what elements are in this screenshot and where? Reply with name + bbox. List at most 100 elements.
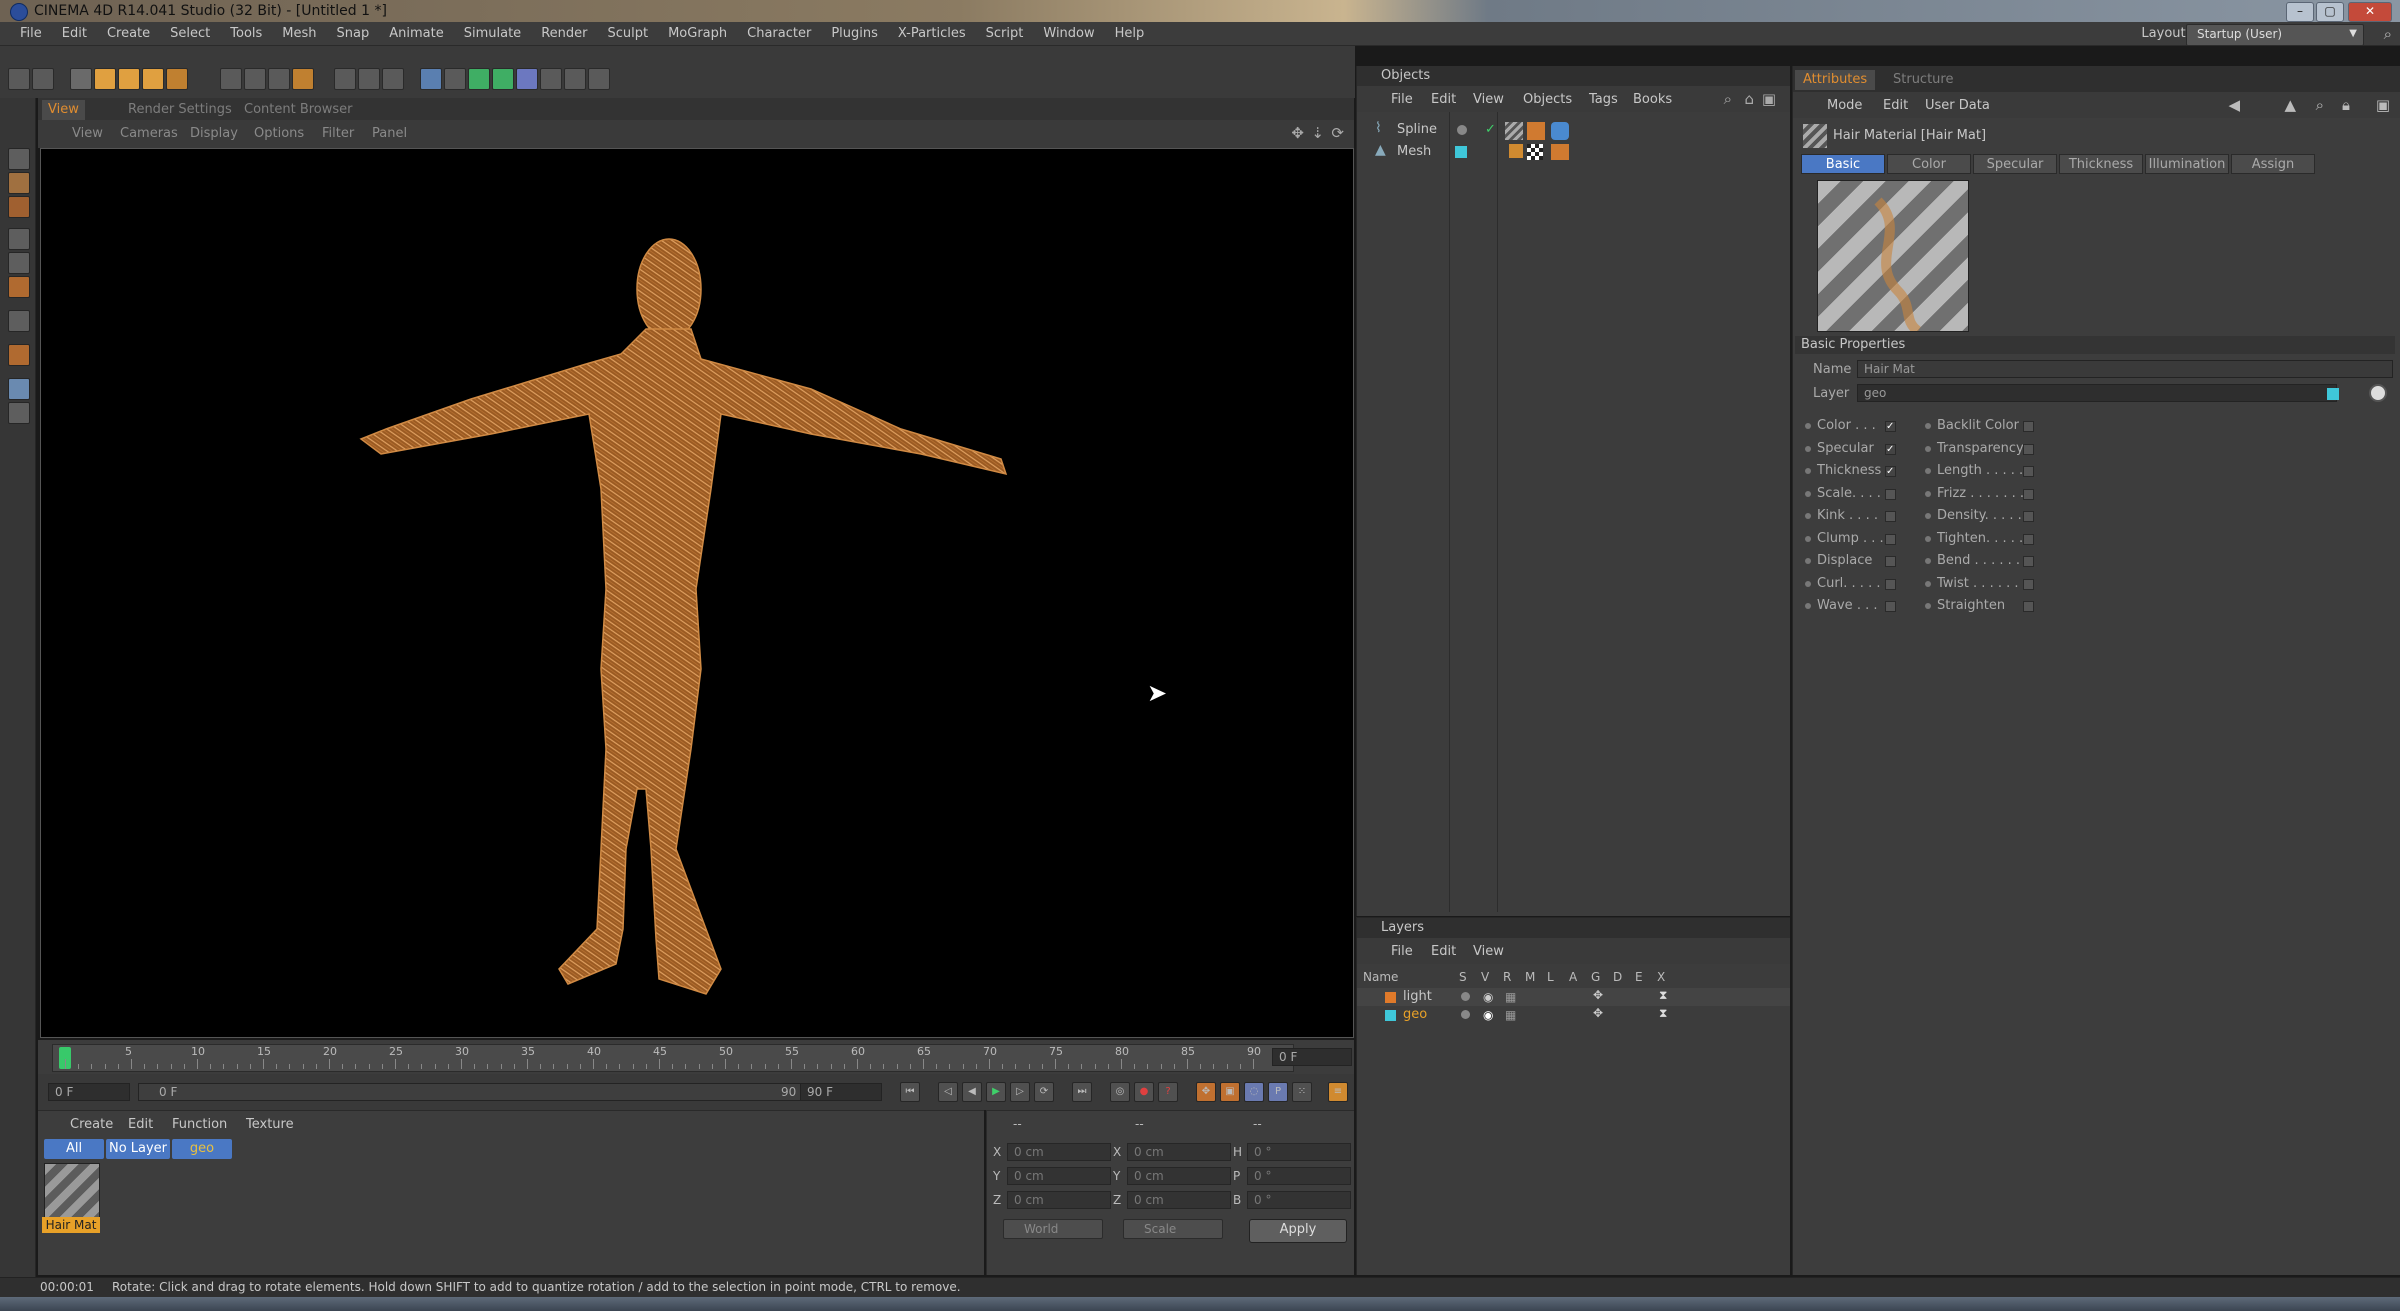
parameter-track-icon[interactable]: P bbox=[1268, 1082, 1288, 1102]
menu-plugins[interactable]: Plugins bbox=[821, 22, 888, 46]
material-preview[interactable] bbox=[1817, 180, 1969, 336]
maximize-button[interactable]: ▢ bbox=[2316, 2, 2344, 22]
y-axis-lock-icon[interactable] bbox=[244, 68, 266, 90]
pos-x-field[interactable]: 0 cm bbox=[1007, 1143, 1111, 1161]
object-row-mesh[interactable]: ▲ Mesh bbox=[1357, 142, 1790, 164]
menu-mograph[interactable]: MoGraph bbox=[658, 22, 737, 46]
undo-icon[interactable] bbox=[8, 68, 30, 90]
right-prop-checkbox[interactable] bbox=[2023, 511, 2034, 522]
right-prop-checkbox[interactable] bbox=[2023, 488, 2034, 500]
light-icon[interactable] bbox=[588, 68, 610, 90]
viewport-menu-cameras[interactable]: Cameras bbox=[120, 126, 178, 141]
layers-menu-file[interactable]: File bbox=[1391, 944, 1413, 959]
material-menu-function[interactable]: Function bbox=[172, 1117, 227, 1132]
left-prop-checkbox[interactable] bbox=[1885, 511, 1896, 522]
layer-options-icon[interactable] bbox=[2369, 384, 2387, 402]
menu-mesh[interactable]: Mesh bbox=[272, 22, 326, 46]
rotate-view-icon[interactable]: ⟳ bbox=[1331, 124, 1344, 142]
new-panel-icon[interactable]: ▣ bbox=[2376, 96, 2390, 114]
next-key-icon[interactable]: ⟳ bbox=[1034, 1082, 1054, 1102]
3d-viewport[interactable]: ➤ bbox=[40, 148, 1354, 1038]
subtab-specular[interactable]: Specular bbox=[1973, 154, 2057, 174]
lock-icon[interactable]: 🔒︎ bbox=[2342, 96, 2350, 114]
left-prop-checkbox[interactable]: ✓ bbox=[1885, 466, 1896, 477]
hair-material-tag-icon[interactable] bbox=[1505, 122, 1523, 140]
search-icon[interactable]: ⌕ bbox=[2316, 96, 2324, 114]
coordinate-space-dropdown[interactable]: World bbox=[1003, 1219, 1103, 1239]
make-editable-icon[interactable] bbox=[8, 148, 30, 170]
right-prop-checkbox[interactable] bbox=[2023, 466, 2034, 477]
layer-row-light[interactable]: light ◉ ▦ ✥ ⧗ bbox=[1357, 988, 1790, 1006]
pos-y-field[interactable]: 0 cm bbox=[1007, 1167, 1111, 1185]
layer-field[interactable]: geo bbox=[1857, 384, 2337, 402]
material-menu-texture[interactable]: Texture bbox=[246, 1117, 294, 1132]
layer-name-geo[interactable]: geo bbox=[1403, 1007, 1427, 1022]
xref-icon[interactable]: ⧗ bbox=[1659, 988, 1667, 1003]
viewport-menu-view[interactable]: View bbox=[72, 126, 103, 141]
uvw-tag-icon[interactable] bbox=[1527, 144, 1543, 160]
subtab-thickness[interactable]: Thickness bbox=[2059, 154, 2143, 174]
menu-snap[interactable]: Snap bbox=[327, 22, 380, 46]
autokey-icon[interactable]: ● bbox=[1134, 1082, 1154, 1102]
menu-render[interactable]: Render bbox=[531, 22, 597, 46]
filter-geo[interactable]: geo bbox=[172, 1139, 232, 1159]
search-icon[interactable]: ⌕ bbox=[1724, 90, 1732, 108]
texture-tag-icon[interactable] bbox=[1551, 144, 1569, 160]
up-arrow-icon[interactable]: ▲ bbox=[2284, 96, 2296, 114]
object-name-spline[interactable]: Spline bbox=[1397, 122, 1437, 137]
layout-dropdown[interactable]: Startup (User) ▼ bbox=[2186, 24, 2364, 46]
filter-no-layer[interactable]: No Layer bbox=[106, 1139, 170, 1159]
render-icon[interactable]: ▦ bbox=[1505, 1008, 1516, 1022]
menu-select[interactable]: Select bbox=[160, 22, 220, 46]
pen-spline-icon[interactable] bbox=[444, 68, 466, 90]
size-x-field[interactable]: 0 cm bbox=[1127, 1143, 1231, 1161]
rot-b-field[interactable]: 0 ° bbox=[1247, 1191, 1351, 1209]
scale-icon[interactable] bbox=[118, 68, 140, 90]
axis-mode-icon[interactable] bbox=[8, 310, 30, 332]
cube-object-icon[interactable] bbox=[420, 68, 442, 90]
tab-render-settings[interactable]: Render Settings bbox=[122, 100, 238, 120]
new-view-icon[interactable]: ▣ bbox=[1762, 90, 1776, 108]
end-frame-field[interactable]: 90 F bbox=[800, 1083, 882, 1101]
xref-icon[interactable]: ⧗ bbox=[1659, 1006, 1667, 1021]
workplane-icon[interactable] bbox=[8, 402, 30, 424]
objects-menu-view[interactable]: View bbox=[1473, 92, 1504, 107]
camera-icon[interactable] bbox=[564, 68, 586, 90]
viewport-menu-filter[interactable]: Filter bbox=[322, 126, 354, 141]
menu-edit[interactable]: Edit bbox=[52, 22, 97, 46]
left-prop-checkbox[interactable] bbox=[1885, 556, 1896, 567]
subtab-basic[interactable]: Basic bbox=[1801, 154, 1885, 174]
keyframe-selection-icon[interactable]: ? bbox=[1158, 1082, 1178, 1102]
menu-help[interactable]: Help bbox=[1105, 22, 1155, 46]
coordinate-mode-dropdown[interactable]: Scale bbox=[1123, 1219, 1223, 1239]
rot-p-field[interactable]: 0 ° bbox=[1247, 1167, 1351, 1185]
goto-start-icon[interactable]: ⏮ bbox=[900, 1082, 920, 1102]
attr-menu-mode[interactable]: Mode bbox=[1827, 98, 1862, 113]
subtab-color[interactable]: Color bbox=[1887, 154, 1971, 174]
left-prop-checkbox[interactable] bbox=[1885, 533, 1896, 545]
left-prop-checkbox[interactable] bbox=[1885, 578, 1896, 590]
viewport-menu-options[interactable]: Options bbox=[254, 126, 304, 141]
objects-menu-tags[interactable]: Tags bbox=[1589, 92, 1618, 107]
render-picture-viewer-icon[interactable] bbox=[358, 68, 380, 90]
viewport-menu-panel[interactable]: Panel bbox=[372, 126, 407, 141]
start-frame-field[interactable]: 0 F bbox=[48, 1083, 130, 1101]
attr-menu-edit[interactable]: Edit bbox=[1883, 98, 1908, 113]
floor-icon[interactable] bbox=[540, 68, 562, 90]
left-prop-checkbox[interactable] bbox=[1885, 488, 1896, 500]
attr-menu-user-data[interactable]: User Data bbox=[1925, 98, 1990, 113]
position-track-icon[interactable]: ✥ bbox=[1196, 1082, 1216, 1102]
tab-attributes[interactable]: Attributes bbox=[1795, 70, 1876, 90]
edges-mode-icon[interactable] bbox=[8, 252, 30, 274]
menu-x-particles[interactable]: X-Particles bbox=[888, 22, 976, 46]
tab-content-browser[interactable]: Content Browser bbox=[238, 100, 359, 120]
recent-tools-icon[interactable] bbox=[166, 68, 188, 90]
tab-structure[interactable]: Structure bbox=[1885, 70, 1961, 90]
rotation-track-icon[interactable]: ◌ bbox=[1244, 1082, 1264, 1102]
search-icon[interactable]: ⌕ bbox=[2384, 25, 2392, 43]
solo-icon[interactable] bbox=[1461, 1010, 1470, 1019]
right-prop-checkbox[interactable] bbox=[2023, 533, 2034, 545]
object-row-spline[interactable]: ⌇ Spline ✓ bbox=[1357, 120, 1790, 142]
material-menu-edit[interactable]: Edit bbox=[128, 1117, 153, 1132]
objects-menu-file[interactable]: File bbox=[1391, 92, 1413, 107]
